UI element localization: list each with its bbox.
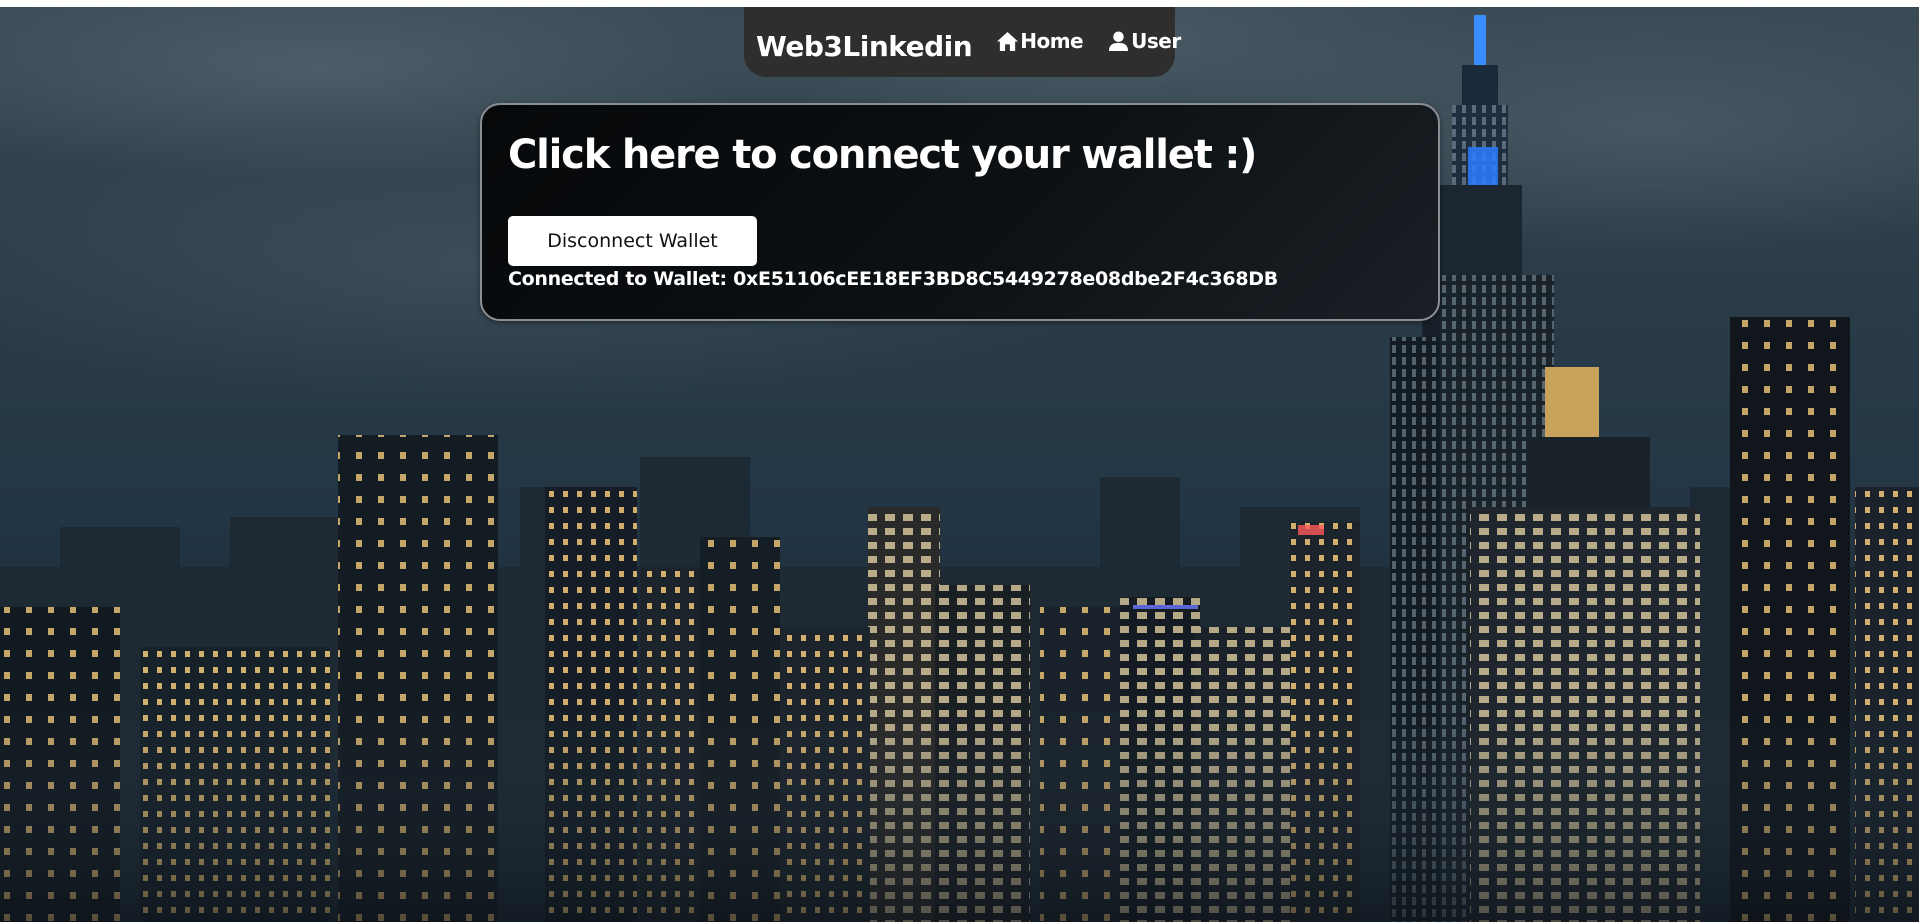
wallet-connection-status: Connected to Wallet: 0xE51106cEE18EF3BD8… (508, 268, 1278, 290)
top-strip (0, 0, 1919, 7)
home-icon (997, 31, 1019, 51)
nav-link-home-label: Home (1020, 29, 1084, 53)
nav-link-user-label: User (1131, 29, 1181, 53)
wallet-card-title: Click here to connect your wallet :) (508, 132, 1257, 178)
brand-logo-text[interactable]: Web3Linkedin (756, 30, 973, 63)
wallet-card: Click here to connect your wallet :) Dis… (480, 103, 1440, 321)
disconnect-wallet-button[interactable]: Disconnect Wallet (508, 216, 757, 266)
user-icon (1109, 30, 1129, 51)
page: Web3Linkedin Home User Click here to con… (0, 0, 1919, 922)
nav-link-user[interactable]: User (1107, 29, 1181, 53)
navbar: Web3Linkedin Home User (744, 7, 1181, 77)
nav-link-home[interactable]: Home (996, 29, 1084, 53)
